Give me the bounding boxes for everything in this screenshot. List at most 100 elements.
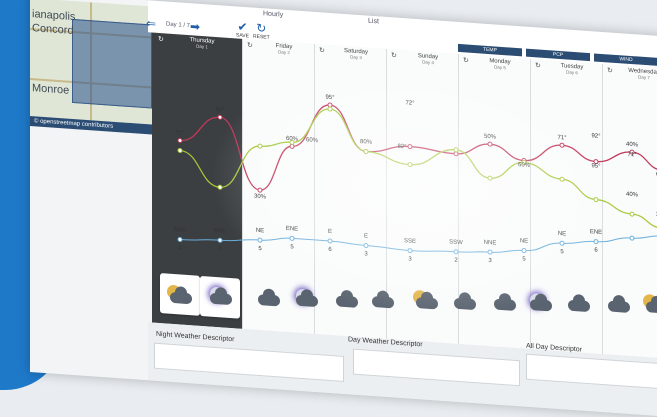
- temperature-line: [179, 104, 657, 191]
- precipitation-point[interactable]: [453, 147, 459, 153]
- night-cloud-icon: [524, 287, 558, 319]
- temperature-point[interactable]: [217, 114, 223, 120]
- wind-direction: SSW: [449, 239, 463, 247]
- precipitation-line: [179, 108, 657, 229]
- precipitation-point[interactable]: [257, 143, 263, 149]
- wind-direction: ENE: [589, 229, 603, 237]
- map-label: ianapolis: [32, 8, 76, 24]
- chart-value-label: 60%: [517, 162, 531, 169]
- cloud-icon: [336, 295, 358, 308]
- temperature-point[interactable]: [453, 151, 459, 157]
- night-cloud-icon: [602, 288, 636, 320]
- wind-speed: 3: [364, 251, 368, 258]
- day-cloud-icon: [562, 287, 596, 319]
- chart-value-label: 60%: [305, 137, 319, 145]
- temperature-point[interactable]: [177, 137, 183, 143]
- save-button[interactable]: ✔ SAVE: [236, 19, 249, 40]
- map-selection-region[interactable]: [72, 18, 152, 109]
- cloud-icon: [530, 298, 552, 312]
- cloud-icon: [568, 299, 590, 313]
- day-cloud-icon: [252, 282, 286, 314]
- wind-label: SSE 3: [404, 238, 416, 263]
- chart-value-label: 60%: [285, 135, 299, 143]
- night-cloud-icon: [448, 285, 482, 317]
- night-descriptor-label: Night Weather Descriptor: [156, 330, 235, 344]
- wind-direction: NNE: [213, 227, 227, 235]
- wind-label: E3: [364, 233, 368, 257]
- all-day-descriptor-field[interactable]: [526, 353, 657, 391]
- precipitation-point[interactable]: [363, 148, 369, 155]
- precipitation-point[interactable]: [487, 175, 493, 181]
- chart-value-label: 50%: [483, 133, 497, 141]
- precipitation-point[interactable]: [407, 162, 413, 168]
- cloud-icon: [494, 298, 516, 311]
- check-icon: ✔: [237, 19, 248, 35]
- day-nav-label: Day 1 / 7: [166, 21, 191, 30]
- night-cloud-icon: [366, 283, 400, 315]
- cloud-icon: [170, 291, 192, 305]
- chart-value-label: 72°: [405, 100, 415, 107]
- wind-label: ENE 6: [590, 229, 602, 254]
- cloud-icon: [372, 295, 394, 309]
- wind-label: NE 5: [520, 238, 528, 263]
- wind-label: E6: [328, 229, 332, 253]
- wind-label: NE 5: [256, 228, 264, 253]
- wind-label: NNE 3: [484, 240, 497, 265]
- wind-direction: NE: [255, 227, 265, 235]
- wind-speed: 5: [258, 245, 262, 253]
- night-descriptor-field[interactable]: [154, 342, 344, 382]
- chart-value-label: 95°: [591, 163, 601, 170]
- night-cloud-icon: [290, 282, 324, 314]
- day-descriptor-field[interactable]: [353, 348, 520, 387]
- wind-speed: 5: [290, 244, 294, 251]
- day-cloud-icon: [640, 289, 657, 321]
- day-cloud-icon: [164, 279, 198, 311]
- cloud-icon: [646, 301, 657, 314]
- chart-value-label: 84°: [215, 106, 225, 114]
- precipitation-point[interactable]: [327, 106, 333, 112]
- wind-direction: E: [363, 233, 369, 240]
- wind-speed: 4: [178, 245, 182, 252]
- wind-label: ENE 5: [286, 226, 298, 251]
- wind-speed: 5: [522, 256, 526, 263]
- temperature-point[interactable]: [487, 141, 493, 147]
- cloud-icon: [210, 292, 232, 306]
- next-day-arrow-icon[interactable]: ➡: [190, 19, 200, 34]
- chart-value-label: 82°: [397, 143, 407, 151]
- wind-direction: NNE: [173, 227, 187, 234]
- chart-value-label: 71°: [557, 134, 567, 142]
- day-cloud-icon: [488, 286, 522, 318]
- cloud-icon: [258, 293, 280, 307]
- night-cloud-icon: [204, 280, 238, 312]
- wind-speed: 3: [218, 246, 222, 253]
- tab-hourly[interactable]: Hourly: [263, 10, 283, 18]
- map-label: Concord: [32, 22, 74, 38]
- wind-label: NNE 3: [214, 228, 227, 253]
- cloud-icon: [608, 300, 630, 313]
- precipitation-point[interactable]: [629, 211, 635, 217]
- tab-list[interactable]: List: [368, 18, 379, 26]
- map-panel[interactable]: ianapolis Concord Monroe: [30, 0, 156, 125]
- temperature-point[interactable]: [257, 187, 263, 193]
- precipitation-point[interactable]: [559, 176, 565, 182]
- wind-speed: 5: [560, 249, 564, 256]
- temperature-point[interactable]: [327, 102, 333, 108]
- prev-day-arrow-icon[interactable]: ⇐: [146, 16, 156, 31]
- temperature-point[interactable]: [407, 144, 413, 150]
- wind-direction: NE: [557, 230, 567, 238]
- chart-value-label: 40%: [625, 141, 639, 149]
- reset-button[interactable]: ↻ RESET: [253, 21, 270, 41]
- temperature-point[interactable]: [289, 143, 295, 149]
- precipitation-point[interactable]: [217, 184, 223, 190]
- cloud-icon: [296, 294, 318, 308]
- wind-speed: 6: [328, 246, 332, 254]
- wind-point[interactable]: [629, 235, 635, 241]
- wind-direction: NE: [519, 238, 529, 245]
- precipitation-point[interactable]: [177, 147, 183, 153]
- wind-direction: SSE: [403, 238, 417, 245]
- temperature-point[interactable]: [559, 142, 565, 148]
- cloud-icon: [454, 297, 476, 311]
- chart-value-label: 71°: [175, 130, 185, 137]
- precipitation-point[interactable]: [593, 197, 599, 203]
- day-cloud-icon: [330, 283, 364, 315]
